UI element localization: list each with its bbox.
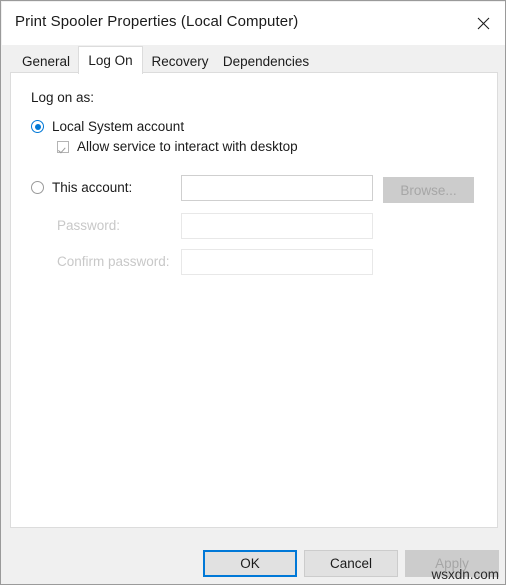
checkbox-allow-desktop-interaction[interactable]: Allow service to interact with desktop: [57, 139, 298, 154]
confirm-password-label: Confirm password:: [57, 254, 170, 269]
tab-recovery[interactable]: Recovery: [144, 50, 216, 73]
cancel-button[interactable]: Cancel: [304, 550, 398, 577]
browse-button[interactable]: Browse...: [383, 177, 474, 203]
radio-this-account-label: This account:: [52, 180, 133, 195]
log-on-as-label: Log on as:: [31, 90, 95, 105]
ok-button[interactable]: OK: [203, 550, 297, 577]
radio-local-system-account[interactable]: Local System account: [31, 119, 184, 134]
print-spooler-properties-dialog: Print Spooler Properties (Local Computer…: [0, 0, 506, 585]
radio-this-account[interactable]: This account:: [31, 180, 132, 195]
radio-this-account-indicator: [31, 181, 44, 194]
watermark: wsxdn.com: [431, 567, 499, 582]
this-account-input[interactable]: [181, 175, 373, 201]
radio-local-system-account-indicator: [31, 120, 44, 133]
confirm-password-input[interactable]: [181, 249, 373, 275]
password-input[interactable]: [181, 213, 373, 239]
close-button[interactable]: [461, 2, 505, 45]
log-on-tab-panel: Log on as: Local System account Allow se…: [10, 72, 498, 528]
tab-strip: General Log On Recovery Dependencies: [10, 46, 498, 74]
title-bar: Print Spooler Properties (Local Computer…: [2, 2, 505, 45]
radio-local-system-account-label: Local System account: [52, 119, 185, 134]
tab-log-on[interactable]: Log On: [78, 46, 143, 74]
checkbox-allow-desktop-interaction-label: Allow service to interact with desktop: [77, 139, 298, 154]
close-icon: [477, 17, 490, 30]
password-label: Password:: [57, 218, 121, 233]
checkbox-allow-desktop-interaction-indicator: [57, 140, 69, 153]
tab-dependencies[interactable]: Dependencies: [216, 50, 316, 73]
window-title: Print Spooler Properties (Local Computer…: [15, 13, 299, 30]
tab-general[interactable]: General: [14, 50, 78, 73]
